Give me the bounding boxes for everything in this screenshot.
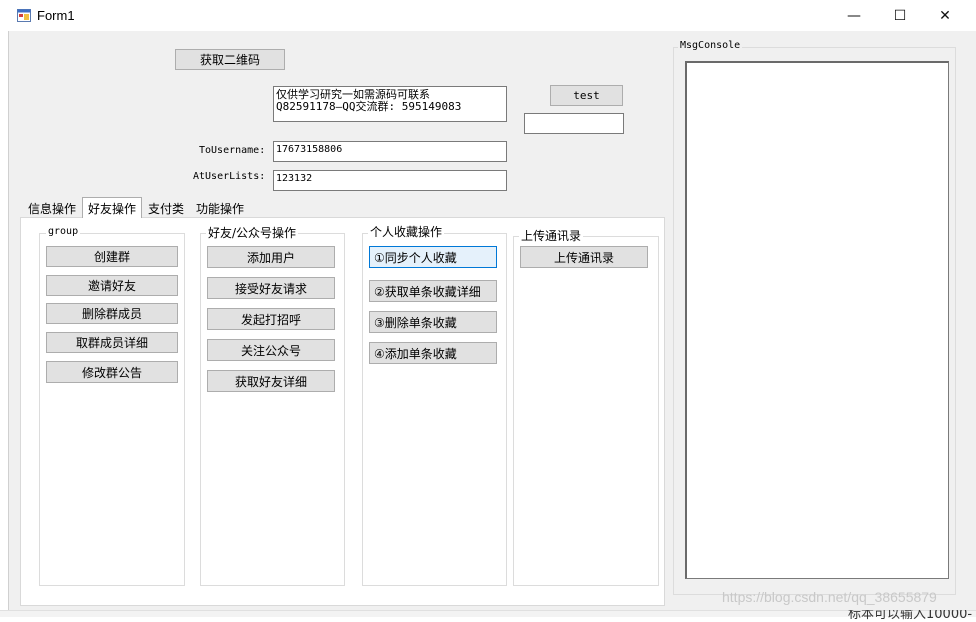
minimize-icon: — xyxy=(847,7,861,24)
notice-line-2: Q82591178—QQ交流群: 595149083 xyxy=(276,100,462,113)
group-box-friends-title: 好友/公众号操作 xyxy=(206,224,299,241)
maximize-button[interactable]: ☐ xyxy=(877,0,923,31)
at-user-lists-label: AtUserLists: xyxy=(193,171,266,182)
test-button[interactable]: test xyxy=(550,85,623,106)
delete-favorite-button[interactable]: ③删除单条收藏 xyxy=(369,311,497,333)
close-icon: ✕ xyxy=(939,7,951,24)
accept-request-button[interactable]: 接受好友请求 xyxy=(207,277,335,299)
add-favorite-button[interactable]: ④添加单条收藏 xyxy=(369,342,497,364)
msg-console-title: MsgConsole xyxy=(678,40,743,51)
test-input[interactable] xyxy=(524,113,624,134)
watermark: https://blog.csdn.net/qq_38655879 xyxy=(722,589,937,605)
edit-announcement-button[interactable]: 修改群公告 xyxy=(46,361,178,383)
to-username-input[interactable]: 17673158806 xyxy=(273,141,507,162)
msg-console-textarea[interactable] xyxy=(685,61,949,579)
create-group-button[interactable]: 创建群 xyxy=(46,246,178,267)
tab-functions[interactable]: 功能操作 xyxy=(192,199,248,218)
notice-textbox[interactable]: 仅供学习研究一如需源码可联系 Q82591178—QQ交流群: 59514908… xyxy=(273,86,507,122)
app-icon xyxy=(17,9,31,22)
background-window-strip xyxy=(0,610,976,617)
to-username-label: ToUsername: xyxy=(199,145,266,156)
sync-favorites-button[interactable]: ①同步个人收藏 xyxy=(369,246,497,268)
group-box-contacts-title: 上传通讯录 xyxy=(519,227,584,244)
tab-payment[interactable]: 支付类 xyxy=(144,199,188,218)
get-qrcode-button[interactable]: 获取二维码 xyxy=(175,49,285,70)
invite-friend-button[interactable]: 邀请好友 xyxy=(46,275,178,296)
friend-details-button[interactable]: 获取好友详细 xyxy=(207,370,335,392)
add-user-button[interactable]: 添加用户 xyxy=(207,246,335,268)
group-box-favorites-title: 个人收藏操作 xyxy=(368,223,445,240)
at-user-lists-input[interactable]: 123132 xyxy=(273,170,507,191)
tab-info[interactable]: 信息操作 xyxy=(24,199,80,218)
maximize-icon: ☐ xyxy=(893,7,907,24)
send-greeting-button[interactable]: 发起打招呼 xyxy=(207,308,335,330)
follow-account-button[interactable]: 关注公众号 xyxy=(207,339,335,361)
member-details-button[interactable]: 取群成员详细 xyxy=(46,332,178,353)
group-box-group-title: group xyxy=(46,226,81,237)
window-title: Form1 xyxy=(37,8,75,23)
upload-contacts-button[interactable]: 上传通讯录 xyxy=(520,246,648,268)
minimize-button[interactable]: — xyxy=(831,0,877,31)
get-favorite-detail-button[interactable]: ②获取单条收藏详细 xyxy=(369,280,497,302)
tab-friends[interactable]: 好友操作 xyxy=(82,197,142,218)
close-button[interactable]: ✕ xyxy=(922,0,968,31)
group-box-contacts xyxy=(513,236,659,586)
delete-member-button[interactable]: 删除群成员 xyxy=(46,303,178,324)
